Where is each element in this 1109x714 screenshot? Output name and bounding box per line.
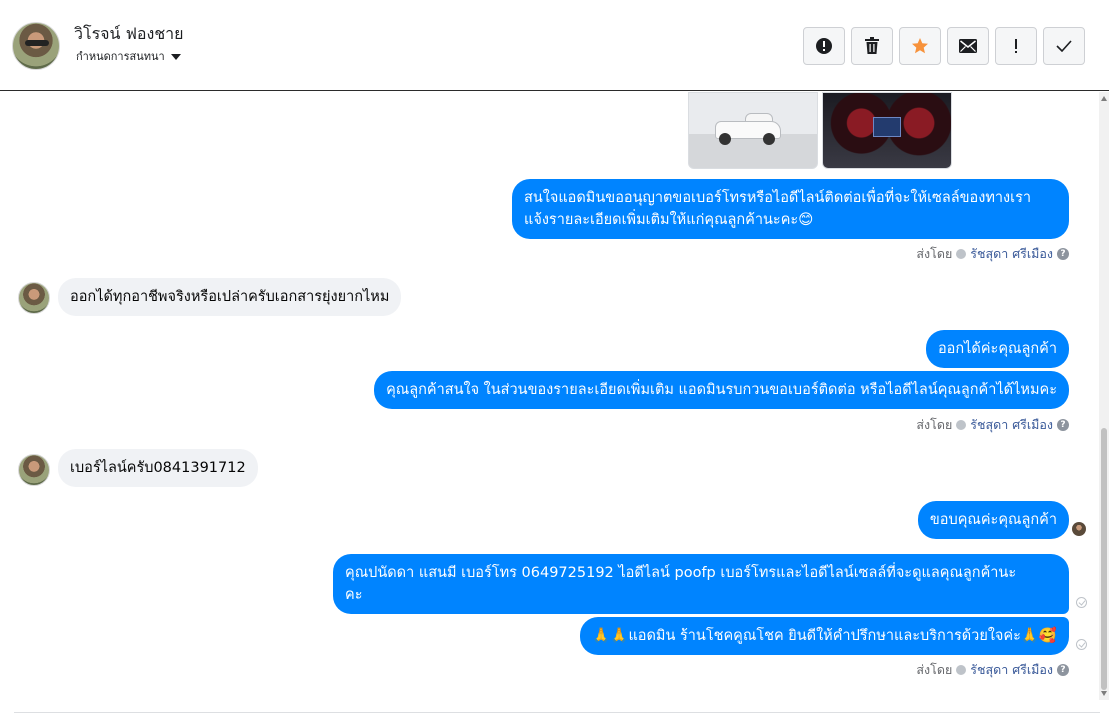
message-text: ออกได้ทุกอาชีพจริงหรือเปล่าครับเอกสารยุ่…: [70, 289, 390, 305]
mark-done-button[interactable]: [1043, 27, 1085, 65]
contact-message-avatar[interactable]: [18, 454, 50, 486]
help-icon[interactable]: ?: [1057, 419, 1069, 431]
agent-badge-icon: [956, 665, 967, 675]
message-line: คุณปนัดดา แสนมี เบอร์โทร 0649725192 ไอดี…: [345, 565, 1017, 581]
sent-by-label: ส่งโดย รัชสุดา ศรีเมือง ?: [916, 244, 1069, 264]
agent-badge-icon: [956, 249, 967, 259]
message-line: แจ้งรายละเอียดเพิ่มเติมให้แก่คุณลูกค้านะ…: [524, 212, 814, 228]
message-text: ขอบคุณค่ะคุณลูกค้า: [929, 512, 1057, 528]
agent-name[interactable]: รัชสุดา ศรีเมือง: [970, 415, 1053, 435]
message-text: เบอร์ไลน์ครับ0841391712: [70, 460, 246, 476]
contact-name[interactable]: วิโรจน์ ฟองชาย: [74, 22, 184, 47]
conversation-header: วิโรจน์ ฟองชาย กำหนดการสนทนา: [0, 0, 1109, 91]
sent-by-label: ส่งโดย รัชสุดา ศรีเมือง ?: [916, 660, 1069, 680]
sent-by-label: ส่งโดย รัชสุดา ศรีเมือง ?: [916, 415, 1069, 435]
check-icon: [1056, 40, 1072, 52]
delivered-check-icon: [1076, 597, 1087, 608]
envelope-icon: [959, 39, 977, 53]
delete-button[interactable]: [851, 27, 893, 65]
incoming-message[interactable]: เบอร์ไลน์ครับ0841391712: [58, 449, 258, 487]
mark-unread-button[interactable]: [947, 27, 989, 65]
conversation-settings-dropdown[interactable]: กำหนดการสนทนา: [76, 47, 181, 65]
star-icon: [912, 38, 928, 54]
message-text: คุณลูกค้าสนใจ ในส่วนของรายละเอียดเพิ่มเต…: [386, 382, 1057, 398]
contact-message-avatar[interactable]: [18, 282, 50, 314]
trash-icon: [865, 37, 879, 54]
scroll-up-arrow-icon[interactable]: [1101, 96, 1107, 101]
exclamation-icon: [1015, 39, 1017, 53]
help-icon[interactable]: ?: [1057, 664, 1069, 676]
conversation-settings-label: กำหนดการสนทนา: [76, 50, 165, 63]
inbox-conversation-view: วิโรจน์ ฟองชาย กำหนดการสนทนา สนใจแอดมินข…: [0, 0, 1109, 714]
report-spam-button[interactable]: [803, 27, 845, 65]
message-line: คะ: [345, 587, 363, 603]
outgoing-message[interactable]: คุณลูกค้าสนใจ ในส่วนของรายละเอียดเพิ่มเต…: [374, 371, 1069, 409]
outgoing-message[interactable]: ขอบคุณค่ะคุณลูกค้า: [917, 501, 1069, 539]
vertical-scrollbar[interactable]: [1099, 92, 1109, 700]
message-text: ออกได้ค่ะคุณลูกค้า: [937, 341, 1057, 357]
scroll-down-arrow-icon[interactable]: [1101, 691, 1107, 696]
delivered-check-icon: [1076, 639, 1087, 650]
sent-by-text: ส่งโดย: [916, 246, 953, 261]
sent-by-text: ส่งโดย: [916, 417, 953, 432]
agent-name[interactable]: รัชสุดา ศรีเมือง: [970, 660, 1053, 680]
scrollbar-thumb[interactable]: [1101, 428, 1107, 690]
contact-avatar[interactable]: [12, 22, 60, 70]
attached-photo-truck[interactable]: [688, 92, 818, 169]
help-icon[interactable]: ?: [1057, 248, 1069, 260]
alert-circle-icon: [816, 38, 832, 54]
outgoing-message[interactable]: สนใจแอดมินขออนุญาตขอเบอร์โทรหรือไอดีไลน์…: [512, 179, 1069, 239]
conversation-actions: [803, 27, 1085, 65]
seen-avatar-icon: [1072, 522, 1086, 536]
attached-photo-dashboard[interactable]: [822, 92, 952, 169]
outgoing-message[interactable]: 🙏🙏แอดมิน ร้านโชคคูณโชค ยินดีให้คำปรึกษาแ…: [580, 617, 1069, 655]
outgoing-message[interactable]: คุณปนัดดา แสนมี เบอร์โทร 0649725192 ไอดี…: [333, 554, 1069, 614]
message-thread[interactable]: สนใจแอดมินขออนุญาตขอเบอร์โทรหรือไอดีไลน์…: [0, 92, 1099, 712]
caret-down-icon: [170, 54, 181, 60]
sent-by-text: ส่งโดย: [916, 662, 953, 677]
agent-name[interactable]: รัชสุดา ศรีเมือง: [970, 244, 1053, 264]
outgoing-message[interactable]: ออกได้ค่ะคุณลูกค้า: [925, 330, 1069, 368]
star-button[interactable]: [899, 27, 941, 65]
message-line: สนใจแอดมินขออนุญาตขอเบอร์โทรหรือไอดีไลน์…: [524, 190, 1032, 206]
follow-up-button[interactable]: [995, 27, 1037, 65]
incoming-message[interactable]: ออกได้ทุกอาชีพจริงหรือเปล่าครับเอกสารยุ่…: [58, 278, 402, 316]
message-text: 🙏🙏แอดมิน ร้านโชคคูณโชค ยินดีให้คำปรึกษาแ…: [592, 628, 1057, 644]
composer-divider: [14, 712, 1100, 713]
agent-badge-icon: [956, 420, 967, 430]
